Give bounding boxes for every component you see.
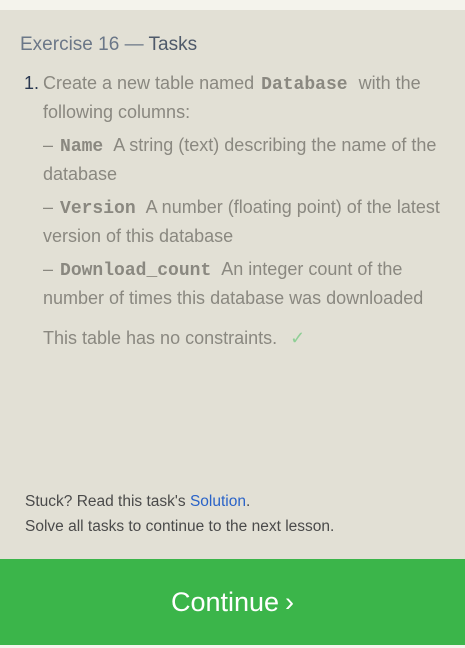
constraints-line: This table has no constraints. ✓ [43,325,449,352]
task-number: 1. [24,73,40,93]
constraints-text: This table has no constraints. [43,328,278,348]
continue-button[interactable]: Continue › [0,559,465,645]
stuck-line: Stuck? Read this task's Solution. [25,489,334,514]
chevron-right-icon: › [285,586,295,617]
task-body: Create a new table named Database with t… [43,70,449,352]
column-dash: – [43,259,54,279]
top-strip [0,0,465,10]
table-name-code: Database [261,75,348,95]
continue-instruction: Solve all tasks to continue to the next … [25,518,335,535]
task-item: 1. Create a new table named Database wit… [24,70,449,352]
exercise-header: Exercise 16 — Tasks [20,34,197,56]
column-dash: – [43,197,54,217]
footer-notes: Stuck? Read this task's Solution. Solve … [25,489,334,539]
column-item-version: – Version A number (floating point) of t… [43,194,449,250]
column-name-code: Name [60,137,104,157]
task-intro: Create a new table named Database with t… [43,70,449,126]
column-name-code: Download_count [60,261,212,281]
column-item-name: – Name A string (text) describing the na… [43,132,449,188]
stuck-text: Stuck? Read this task's [25,493,186,510]
checkmark-icon: ✓ [290,328,306,348]
header-separator: — [124,34,144,55]
column-dash: – [43,135,54,155]
tasks-heading: Tasks [148,34,198,55]
task-list: 1. Create a new table named Database wit… [24,70,449,352]
continue-label: Continue [170,586,280,617]
column-name-code: Version [60,199,136,219]
task-intro-text: Create a new table named [43,73,255,93]
column-item-download-count: – Download_count An integer count of the… [43,256,449,312]
solution-link[interactable]: Solution [190,493,246,510]
exercise-title: Exercise 16 [20,34,120,55]
stuck-suffix: . [245,493,251,510]
